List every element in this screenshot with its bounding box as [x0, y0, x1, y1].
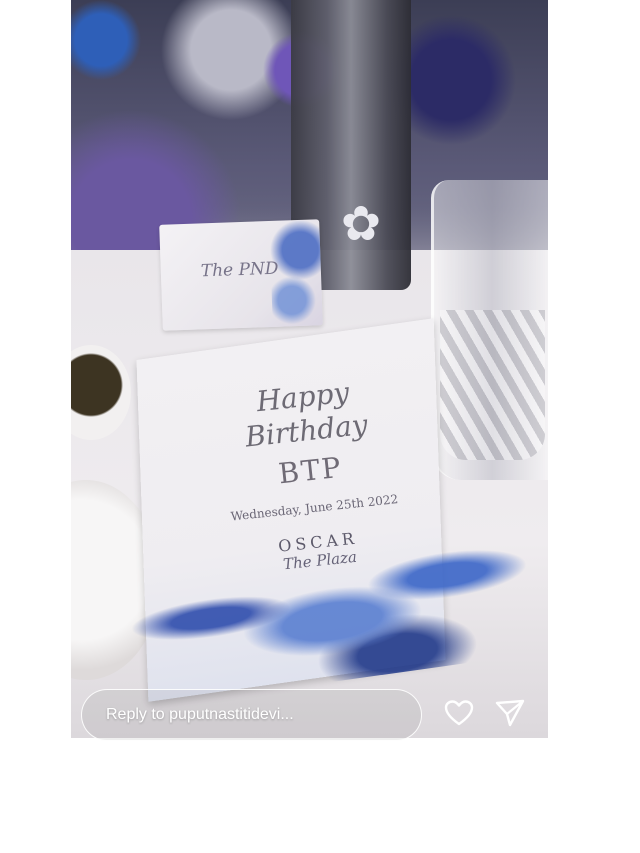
heart-icon[interactable]	[443, 697, 475, 729]
water-glass	[431, 180, 548, 480]
reply-placeholder: Reply to puputnastitidevi...	[106, 706, 294, 723]
reply-input[interactable]: Reply to puputnastitidevi...	[81, 689, 422, 741]
menu-card-text: Happy Birthday BTP Wednesday, June 25th …	[172, 367, 450, 583]
place-card: The PND	[159, 219, 323, 331]
story-media[interactable]: ✿ The PND Happy Birthday BTP Wednesday, …	[71, 0, 548, 738]
bottle-flower-logo: ✿	[340, 198, 382, 251]
send-icon[interactable]	[494, 697, 526, 729]
place-card-text: The PND	[200, 258, 279, 282]
